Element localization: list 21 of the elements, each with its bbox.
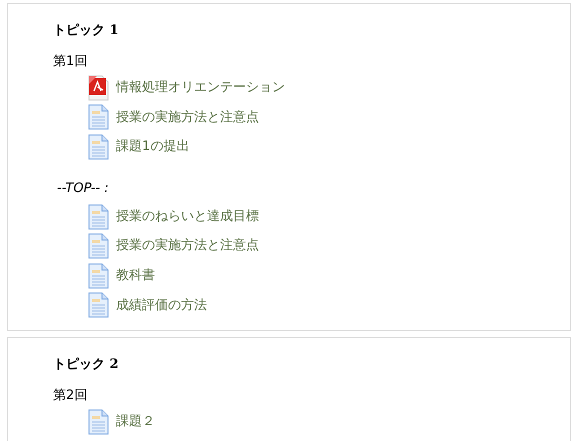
resource-link[interactable]: 授業の実施方法と注意点 [116,236,259,256]
session-label: 第2回 [53,387,88,406]
resource-link[interactable]: 教科書 [116,266,155,286]
document-icon [88,233,109,260]
resource-link[interactable]: 授業のねらいと達成目標 [116,206,259,226]
section-note: --TOP-- : [57,180,110,198]
document-icon [88,408,109,435]
resource-link[interactable]: 授業の実施方法と注意点 [116,108,259,128]
topic-title: トピック 1 [53,22,120,40]
resource-link[interactable]: 成績評価の方法 [116,296,207,316]
document-icon [88,104,109,130]
pdf-file-icon [88,74,109,101]
document-icon [88,292,109,318]
resource-link[interactable]: 課題1の提出 [116,137,190,157]
document-icon [88,204,109,230]
session-label: 第1回 [53,53,88,71]
resource-link[interactable]: 課題２ [116,412,155,432]
document-icon [88,262,109,289]
resource-link[interactable]: 情報処理オリエンテーション [116,78,285,98]
document-icon [88,134,109,160]
topic-title: トピック 2 [53,356,120,374]
